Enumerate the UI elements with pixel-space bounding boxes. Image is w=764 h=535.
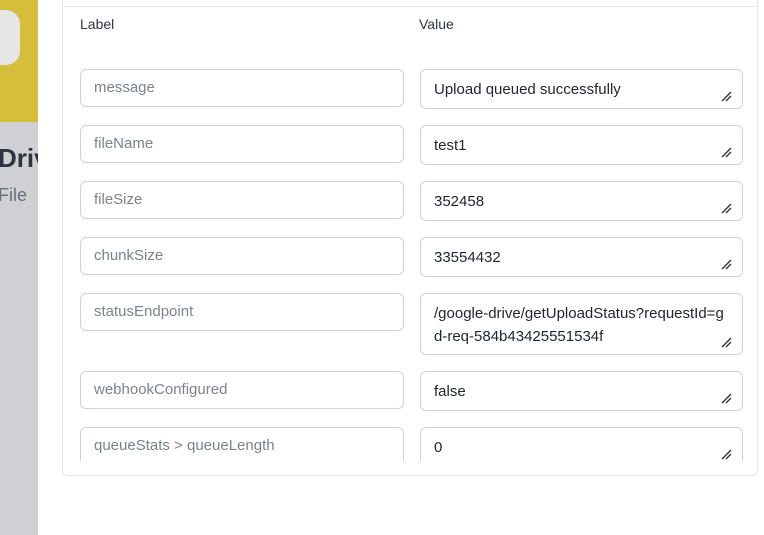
value-field[interactable]: test1: [420, 125, 743, 165]
background-app-title: Driv: [0, 143, 38, 173]
value-text: 352458: [434, 193, 485, 210]
label-field[interactable]: chunkSize: [80, 237, 404, 275]
divider: [63, 6, 759, 7]
label-field[interactable]: statusEndpoint: [80, 293, 404, 331]
value-text: Upload queued successfully: [434, 81, 621, 98]
value-text: false: [434, 383, 466, 400]
value-text: /google-drive/getUploadStatus?requestId=…: [434, 305, 724, 345]
resize-handle-icon[interactable]: [720, 146, 732, 158]
resize-handle-icon[interactable]: [720, 392, 732, 404]
background-app-subtitle: File: [0, 185, 28, 205]
label-field[interactable]: webhookConfigured: [80, 371, 404, 409]
resize-handle-icon[interactable]: [720, 258, 732, 270]
key-value-card: Label Value message Upload queued succes…: [62, 0, 759, 476]
value-field[interactable]: false: [420, 371, 743, 411]
output-panel: Label Value message Upload queued succes…: [38, 0, 764, 535]
label-field[interactable]: message: [80, 69, 404, 107]
resize-handle-icon[interactable]: [720, 448, 732, 460]
label-column-header: Label: [80, 16, 115, 32]
value-column-header: Value: [419, 16, 454, 32]
logo-shape: [0, 10, 20, 65]
app-logo: [0, 0, 38, 122]
value-field[interactable]: 33554432: [420, 237, 743, 277]
value-field[interactable]: /google-drive/getUploadStatus?requestId=…: [420, 293, 743, 355]
value-field[interactable]: 0: [420, 427, 743, 461]
resize-handle-icon[interactable]: [720, 90, 732, 102]
label-field[interactable]: fileSize: [80, 181, 404, 219]
value-text: 0: [434, 439, 443, 456]
value-field[interactable]: 352458: [420, 181, 743, 221]
value-field[interactable]: Upload queued successfully: [420, 69, 743, 109]
resize-handle-icon[interactable]: [720, 336, 732, 348]
value-text: 33554432: [434, 249, 501, 266]
resize-handle-icon[interactable]: [720, 202, 732, 214]
value-text: test1: [434, 137, 467, 154]
background-app: Driv File: [0, 0, 38, 535]
label-field[interactable]: fileName: [80, 125, 404, 163]
label-field[interactable]: queueStats > queueLength: [80, 427, 404, 461]
key-value-rows[interactable]: message Upload queued successfully fileN…: [80, 69, 744, 461]
